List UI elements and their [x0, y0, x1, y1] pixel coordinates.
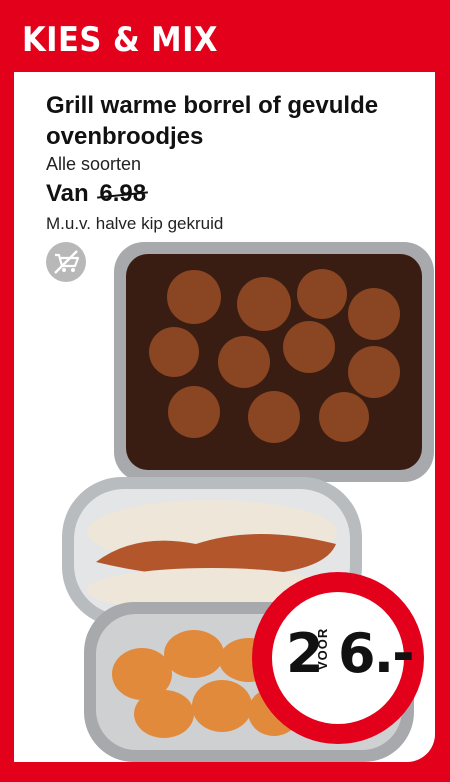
price-line: Van 6.98 — [46, 180, 146, 208]
price-badge: 2 VOOR 6.- — [252, 572, 424, 744]
price-prefix: Van — [46, 180, 89, 207]
offer-voor-label: VOOR — [315, 627, 330, 670]
old-price: 6.98 — [99, 180, 147, 207]
price-badge-inner: 2 VOOR 6.- — [272, 592, 414, 724]
promo-banner: KIES & MIX — [22, 20, 218, 60]
product-title: Grill warme borrel of gevulde ovenbroodj… — [46, 92, 379, 150]
exclusion-note: M.u.v. halve kip gekruid — [46, 214, 224, 233]
offer-price: 6.- — [338, 622, 414, 685]
product-subtitle: Alle soorten — [46, 154, 142, 174]
promo-tile: KIES & MIX Grill warme borrel of gevulde… — [0, 0, 450, 782]
